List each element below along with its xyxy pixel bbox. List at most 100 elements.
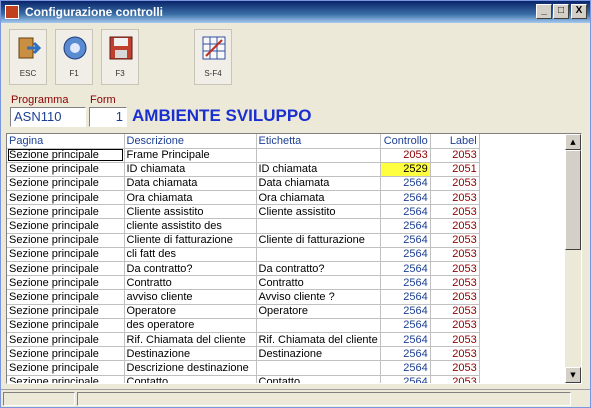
cell-etichetta[interactable] bbox=[256, 247, 381, 263]
close-button[interactable]: X bbox=[571, 4, 587, 19]
cell-label[interactable]: 2053 bbox=[430, 289, 480, 305]
cell-descrizione[interactable]: Descrizione destinazione bbox=[124, 360, 257, 376]
cell-label[interactable]: 2053 bbox=[430, 332, 480, 348]
esc-button[interactable]: ESC bbox=[9, 29, 47, 85]
cell-descrizione[interactable]: ID chiamata bbox=[124, 162, 257, 177]
cell-pagina[interactable]: Sezione principale bbox=[7, 375, 125, 383]
cell-etichetta[interactable]: Ora chiamata bbox=[256, 190, 381, 206]
cell-pagina[interactable]: Sezione principale bbox=[7, 289, 125, 305]
cell-controllo[interactable]: 2564 bbox=[380, 332, 431, 348]
cell-pagina[interactable]: Sezione principale bbox=[7, 304, 125, 319]
f3-button[interactable]: F3 bbox=[101, 29, 139, 85]
cell-etichetta[interactable]: Cliente assistito bbox=[256, 204, 381, 220]
vertical-scrollbar[interactable]: ▲ ▼ bbox=[565, 134, 581, 383]
cell-label[interactable]: 2053 bbox=[430, 360, 480, 376]
cell-label[interactable]: 2053 bbox=[430, 218, 480, 234]
cell-controllo[interactable]: 2564 bbox=[380, 247, 431, 263]
cell-descrizione[interactable]: Operatore bbox=[124, 304, 257, 319]
cell-etichetta[interactable]: Data chiamata bbox=[256, 176, 381, 192]
scroll-down-icon[interactable]: ▼ bbox=[565, 367, 581, 383]
table-row[interactable]: Sezione principale cliente assistito des 2… bbox=[7, 218, 480, 234]
cell-label[interactable]: 2053 bbox=[430, 204, 480, 220]
column-header-controllo[interactable]: Controllo bbox=[380, 134, 431, 149]
table-row[interactable]: Sezione principale Rif. Chiamata del clie… bbox=[7, 332, 480, 348]
cell-pagina[interactable]: Sezione principale bbox=[7, 148, 125, 163]
cell-etichetta[interactable]: Da contratto? bbox=[256, 261, 381, 277]
cell-etichetta[interactable]: Contatto bbox=[256, 375, 381, 383]
cell-label[interactable]: 2053 bbox=[430, 275, 480, 291]
cell-descrizione[interactable]: Contratto bbox=[124, 275, 257, 291]
cell-descrizione[interactable]: Contatto bbox=[124, 375, 257, 383]
table-row[interactable]: Sezione principale Destinazione Destinazio… bbox=[7, 346, 480, 362]
table-row[interactable]: Sezione principale Cliente assistito Clien… bbox=[7, 204, 480, 220]
cell-pagina[interactable]: Sezione principale bbox=[7, 318, 125, 333]
title-bar[interactable]: Configurazione controlli _ □ X bbox=[1, 1, 590, 23]
cell-pagina[interactable]: Sezione principale bbox=[7, 204, 125, 220]
table-row[interactable]: Sezione principale Frame Principale 2053 20… bbox=[7, 148, 480, 163]
sf4-button[interactable]: S-F4 bbox=[194, 29, 232, 85]
table-row[interactable]: Sezione principale Ora chiamata Ora chiama… bbox=[7, 190, 480, 206]
table-row[interactable]: Sezione principale Operatore Operatore 2564… bbox=[7, 304, 480, 319]
cell-controllo[interactable]: 2564 bbox=[380, 233, 431, 248]
cell-controllo[interactable]: 2564 bbox=[380, 304, 431, 319]
table-row[interactable]: Sezione principale avviso cliente Avviso c… bbox=[7, 289, 480, 305]
table-row[interactable]: Sezione principale Contatto Contatto 2564 20… bbox=[7, 375, 480, 383]
cell-etichetta[interactable]: Rif. Chiamata del cliente bbox=[256, 332, 381, 348]
programma-field[interactable]: ASN110 bbox=[10, 107, 86, 127]
cell-descrizione[interactable]: Rif. Chiamata del cliente bbox=[124, 332, 257, 348]
cell-pagina[interactable]: Sezione principale bbox=[7, 332, 125, 348]
cell-pagina[interactable]: Sezione principale bbox=[7, 261, 125, 277]
cell-etichetta[interactable]: ID chiamata bbox=[256, 162, 381, 177]
cell-controllo[interactable]: 2564 bbox=[380, 190, 431, 206]
cell-descrizione[interactable]: Destinazione bbox=[124, 346, 257, 362]
form-field[interactable]: 1 bbox=[89, 107, 127, 127]
cell-pagina[interactable]: Sezione principale bbox=[7, 275, 125, 291]
cell-controllo[interactable]: 2564 bbox=[380, 360, 431, 376]
column-header-etichetta[interactable]: Etichetta bbox=[256, 134, 381, 149]
cell-descrizione[interactable]: Cliente di fatturazione bbox=[124, 233, 257, 248]
cell-controllo[interactable]: 2529 bbox=[380, 162, 431, 177]
cell-label[interactable]: 2053 bbox=[430, 375, 480, 383]
cell-etichetta[interactable]: Contratto bbox=[256, 275, 381, 291]
maximize-button[interactable]: □ bbox=[553, 4, 569, 19]
cell-etichetta[interactable] bbox=[256, 218, 381, 234]
table-row[interactable]: Sezione principale Cliente di fatturazion… bbox=[7, 233, 480, 248]
cell-controllo[interactable]: 2564 bbox=[380, 176, 431, 192]
f1-button[interactable]: F1 bbox=[55, 29, 93, 85]
cell-label[interactable]: 2053 bbox=[430, 304, 480, 319]
table-row[interactable]: Sezione principale ID chiamata ID chiamata… bbox=[7, 162, 480, 177]
cell-etichetta[interactable]: Destinazione bbox=[256, 346, 381, 362]
table-row[interactable]: Sezione principale Contratto Contratto 2564… bbox=[7, 275, 480, 291]
cell-pagina[interactable]: Sezione principale bbox=[7, 247, 125, 263]
cell-descrizione[interactable]: des operatore bbox=[124, 318, 257, 333]
cell-pagina[interactable]: Sezione principale bbox=[7, 346, 125, 362]
scroll-up-icon[interactable]: ▲ bbox=[565, 134, 581, 150]
cell-descrizione[interactable]: Data chiamata bbox=[124, 176, 257, 192]
table-row[interactable]: Sezione principale des operatore 2564 2053 bbox=[7, 318, 480, 333]
column-header-pagina[interactable]: Pagina bbox=[7, 134, 125, 149]
cell-controllo[interactable]: 2564 bbox=[380, 261, 431, 277]
cell-etichetta[interactable]: Avviso cliente ? bbox=[256, 289, 381, 305]
table-row[interactable]: Sezione principale Data chiamata Data chia… bbox=[7, 176, 480, 192]
controls-table[interactable]: Pagina Descrizione Etichetta Controllo L… bbox=[6, 133, 582, 384]
cell-label[interactable]: 2053 bbox=[430, 318, 480, 333]
cell-etichetta[interactable] bbox=[256, 360, 381, 376]
cell-controllo[interactable]: 2564 bbox=[380, 289, 431, 305]
cell-etichetta[interactable]: Operatore bbox=[256, 304, 381, 319]
cell-descrizione[interactable]: Da contratto? bbox=[124, 261, 257, 277]
cell-pagina[interactable]: Sezione principale bbox=[7, 190, 125, 206]
cell-pagina[interactable]: Sezione principale bbox=[7, 162, 125, 177]
cell-controllo[interactable]: 2564 bbox=[380, 375, 431, 383]
cell-etichetta[interactable] bbox=[256, 318, 381, 333]
minimize-button[interactable]: _ bbox=[536, 4, 552, 19]
cell-descrizione[interactable]: cliente assistito des bbox=[124, 218, 257, 234]
cell-label[interactable]: 2053 bbox=[430, 190, 480, 206]
cell-pagina[interactable]: Sezione principale bbox=[7, 176, 125, 192]
cell-label[interactable]: 2053 bbox=[430, 346, 480, 362]
cell-controllo[interactable]: 2564 bbox=[380, 318, 431, 333]
cell-controllo[interactable]: 2564 bbox=[380, 204, 431, 220]
cell-descrizione[interactable]: Frame Principale bbox=[124, 148, 257, 163]
cell-label[interactable]: 2053 bbox=[430, 176, 480, 192]
cell-label[interactable]: 2053 bbox=[430, 261, 480, 277]
cell-etichetta[interactable]: Cliente di fatturazione bbox=[256, 233, 381, 248]
